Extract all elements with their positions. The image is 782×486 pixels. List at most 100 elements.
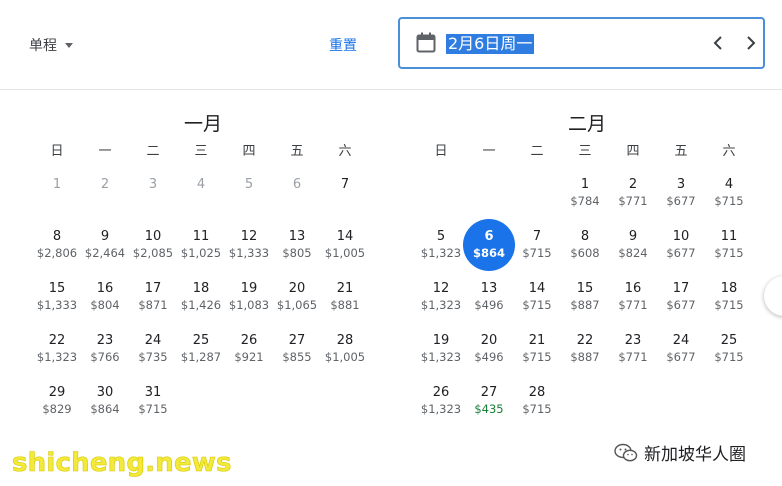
day-cell[interactable]: 26 $1,323: [417, 382, 465, 434]
day-price: $864: [472, 246, 505, 260]
day-number: 14: [528, 281, 546, 296]
day-cell-selected[interactable]: 6 $864: [463, 219, 515, 278]
day-number: 11: [720, 229, 738, 244]
day-cell[interactable]: 22 $1,323: [33, 330, 81, 382]
day-price: $496: [474, 350, 504, 364]
reset-button[interactable]: 重置: [329, 35, 357, 55]
day-cell[interactable]: 4 $715: [705, 174, 753, 226]
day-price: $496: [474, 298, 504, 312]
day-cell[interactable]: 27 $855: [273, 330, 321, 382]
day-cell[interactable]: 26 $921: [225, 330, 273, 382]
day-cell: 4: [177, 174, 225, 226]
day-cell[interactable]: 14 $715: [513, 278, 561, 330]
day-price: $804: [90, 298, 120, 312]
day-cell[interactable]: 30 $864: [81, 382, 129, 434]
day-cell[interactable]: 13 $805: [273, 226, 321, 278]
day-cell[interactable]: 11 $1,025: [177, 226, 225, 278]
weekday-label: 一: [482, 144, 496, 159]
day-cell[interactable]: 15 $1,333: [33, 278, 81, 330]
day-cell[interactable]: 17 $677: [657, 278, 705, 330]
day-cell[interactable]: 24 $735: [129, 330, 177, 382]
day-price: $435: [474, 402, 504, 416]
departure-date-field[interactable]: 2月6日周一: [398, 17, 765, 69]
day-number: 2: [100, 177, 110, 192]
trip-type-dropdown[interactable]: 单程: [29, 35, 73, 55]
day-price: $855: [282, 350, 312, 364]
day-cell[interactable]: 5 $1,323: [417, 226, 465, 278]
day-cell[interactable]: 19 $1,083: [225, 278, 273, 330]
trip-type-label: 单程: [29, 38, 57, 54]
day-number: 31: [144, 385, 162, 400]
day-cell: 6: [273, 174, 321, 226]
day-cell[interactable]: 27 $435: [465, 382, 513, 434]
day-cell[interactable]: 7: [321, 174, 369, 226]
day-cell[interactable]: 22 $887: [561, 330, 609, 382]
day-cell[interactable]: 23 $766: [81, 330, 129, 382]
day-number: 26: [240, 333, 258, 348]
day-number: 8: [580, 229, 590, 244]
day-cell[interactable]: 3 $677: [657, 174, 705, 226]
day-cell[interactable]: 11 $715: [705, 226, 753, 278]
day-cell[interactable]: 21 $881: [321, 278, 369, 330]
day-cell[interactable]: 9 $824: [609, 226, 657, 278]
day-cell[interactable]: 20 $1,065: [273, 278, 321, 330]
day-cell[interactable]: 31 $715: [129, 382, 177, 434]
chevron-right-icon[interactable]: [739, 31, 763, 55]
day-cell[interactable]: 15 $887: [561, 278, 609, 330]
day-number: 16: [624, 281, 642, 296]
day-price: $2,085: [132, 246, 174, 260]
day-grid: 1 $784 2 $771 3 $677 4 $715 5 $1,323 6 $864 7 $715 8 $6…: [417, 174, 757, 434]
day-price: $715: [522, 350, 552, 364]
day-number: 7: [532, 229, 542, 244]
day-cell[interactable]: 16 $804: [81, 278, 129, 330]
day-number: 21: [528, 333, 546, 348]
day-cell[interactable]: 25 $1,287: [177, 330, 225, 382]
weekday-label: 六: [722, 144, 736, 159]
chevron-left-icon[interactable]: [706, 31, 730, 55]
day-cell[interactable]: 14 $1,005: [321, 226, 369, 278]
day-cell[interactable]: 10 $677: [657, 226, 705, 278]
day-cell[interactable]: 19 $1,323: [417, 330, 465, 382]
day-number: 1: [580, 177, 590, 192]
day-cell[interactable]: 25 $715: [705, 330, 753, 382]
day-cell: 2: [81, 174, 129, 226]
day-number: 4: [724, 177, 734, 192]
day-cell[interactable]: 28 $1,005: [321, 330, 369, 382]
day-cell[interactable]: 12 $1,333: [225, 226, 273, 278]
day-number: 22: [576, 333, 594, 348]
day-number: 29: [48, 385, 66, 400]
day-number: 10: [672, 229, 690, 244]
day-cell[interactable]: 29 $829: [33, 382, 81, 434]
day-number: 26: [432, 385, 450, 400]
weekday-label: 二: [530, 144, 544, 159]
day-cell[interactable]: 1 $784: [561, 174, 609, 226]
day-number: 17: [672, 281, 690, 296]
day-price: $1,083: [228, 298, 270, 312]
day-price: $1,333: [36, 298, 78, 312]
day-cell[interactable]: 17 $871: [129, 278, 177, 330]
day-cell[interactable]: 23 $771: [609, 330, 657, 382]
day-cell[interactable]: 28 $715: [513, 382, 561, 434]
day-price: $1,426: [180, 298, 222, 312]
day-cell[interactable]: 7 $715: [513, 226, 561, 278]
day-cell[interactable]: 8 $2,806: [33, 226, 81, 278]
day-cell[interactable]: 2 $771: [609, 174, 657, 226]
day-number: 5: [436, 229, 446, 244]
day-cell[interactable]: 8 $608: [561, 226, 609, 278]
day-cell[interactable]: 24 $677: [657, 330, 705, 382]
day-cell[interactable]: 21 $715: [513, 330, 561, 382]
day-cell[interactable]: 12 $1,323: [417, 278, 465, 330]
day-price: $864: [90, 402, 120, 416]
day-cell[interactable]: 18 $1,426: [177, 278, 225, 330]
day-price: $715: [714, 246, 744, 260]
day-price: $1,005: [324, 246, 366, 260]
day-price: $715: [714, 298, 744, 312]
selected-date-text[interactable]: 2月6日周一: [446, 34, 535, 54]
scroll-next-button[interactable]: [764, 276, 782, 316]
day-cell[interactable]: 13 $496: [465, 278, 513, 330]
day-cell[interactable]: 16 $771: [609, 278, 657, 330]
day-cell[interactable]: 20 $496: [465, 330, 513, 382]
day-cell[interactable]: 18 $715: [705, 278, 753, 330]
day-cell[interactable]: 9 $2,464: [81, 226, 129, 278]
day-cell[interactable]: 10 $2,085: [129, 226, 177, 278]
